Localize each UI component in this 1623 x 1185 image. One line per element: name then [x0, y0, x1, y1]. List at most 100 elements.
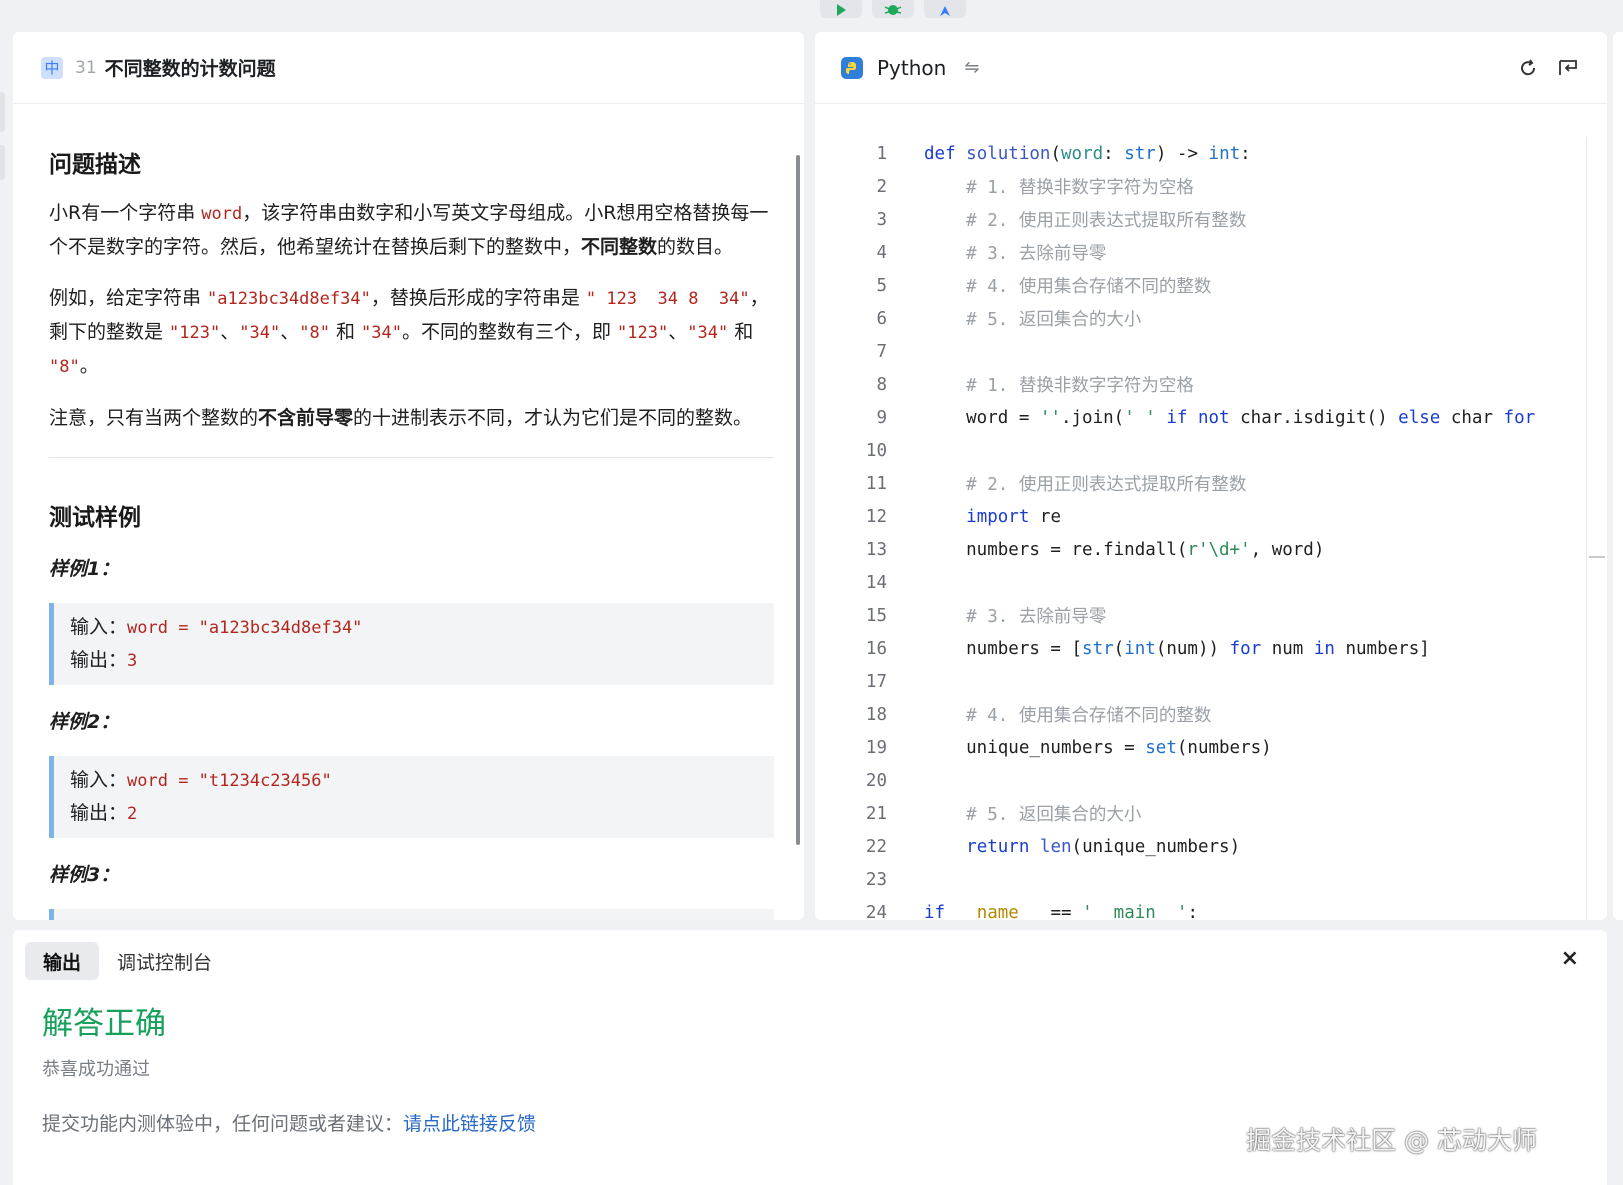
description-heading: 问题描述 [49, 152, 141, 178]
line-number: 22 [865, 836, 887, 857]
left-edge-tab-2[interactable] [0, 145, 5, 180]
line-number: 7 [876, 341, 887, 362]
line-number: 18 [865, 704, 887, 725]
tab-debug-console[interactable]: 调试控制台 [99, 942, 230, 980]
python-logo-icon [841, 56, 863, 79]
inline-code: "8" [49, 357, 80, 377]
line-number: 14 [865, 572, 887, 593]
line-number: 1 [876, 143, 887, 164]
sample-1-box: 输入：word = "a123bc34d8ef34" 输出：3 [49, 603, 774, 685]
line-number: 20 [865, 770, 887, 791]
text: 小R有一个字符串 [49, 202, 202, 224]
inline-code: "123" [617, 323, 669, 343]
code-line: 11 # 2. 使用正则表达式提取所有整数 [815, 467, 1607, 500]
code-line: 20 [815, 764, 1607, 797]
text: 、 [668, 321, 688, 343]
inline-code: " 123 34 8 34" [585, 289, 750, 309]
inline-code: "34" [687, 323, 729, 343]
input-label: 输入： [70, 769, 128, 791]
run-button[interactable] [820, 0, 862, 18]
input-value: word = "t1234c23456" [127, 771, 332, 791]
feedback-text: 提交功能内测体验中，任何问题或者建议： [42, 1113, 404, 1135]
sample-3-box [49, 909, 774, 920]
line-number: 4 [876, 242, 887, 263]
sample-2-output: 输出：2 [70, 797, 758, 830]
code-line: 8 # 1. 替换非数字字符为空格 [815, 368, 1607, 401]
code-line: 16 numbers = [str(int(num)) for num in n… [815, 632, 1607, 665]
swap-icon[interactable]: ⇋ [964, 57, 979, 78]
output-value: 2 [127, 804, 138, 824]
difficulty-badge: 中 [41, 56, 63, 79]
line-number: 2 [876, 176, 887, 197]
language-selector[interactable]: Python [877, 56, 946, 80]
sample-1-input: 输入：word = "a123bc34d8ef34" [70, 611, 758, 644]
sample-2-label: 样例2： [49, 711, 120, 733]
line-number: 11 [865, 473, 887, 494]
output-panel: 输出 调试控制台 × 解答正确 恭喜成功通过 提交功能内测体验中，任何问题或者建… [13, 930, 1607, 1185]
inline-code: "8" [299, 323, 330, 343]
feedback-link[interactable]: 请点此链接反馈 [403, 1113, 536, 1135]
line-number: 9 [876, 407, 887, 428]
problem-content[interactable]: 问题描述 小R有一个字符串 word，该字符串由数字和小写英文字母组成。小R想用… [13, 105, 804, 920]
sample-1-label: 样例1： [49, 558, 120, 580]
submit-button[interactable] [924, 0, 966, 18]
input-label: 输入： [70, 616, 128, 638]
watermark: 掘金技术社区 @ 芯动大师 [1246, 1126, 1537, 1155]
description-paragraph-2: 例如，给定字符串 "a123bc34d8ef34"，替换后形成的字符串是 " 1… [49, 282, 774, 384]
input-value: word = "a123bc34d8ef34" [127, 618, 363, 638]
question-title: 不同整数的计数问题 [104, 58, 276, 80]
sample-2-input: 输入：word = "t1234c23456" [70, 764, 758, 797]
text: ，替换后形成的字符串是 [370, 287, 586, 309]
code-editor[interactable]: 1 def solution(word: str) -> int: 2 # 1. … [815, 137, 1607, 921]
left-edge-tab[interactable] [0, 92, 5, 132]
code-line: 6 # 5. 返回集合的大小 [815, 302, 1607, 335]
line-number: 3 [876, 209, 887, 230]
code-line: 14 [815, 566, 1607, 599]
sample-1-output: 输出：3 [70, 644, 758, 677]
code-line: 23 [815, 863, 1607, 896]
code-line: 2 # 1. 替换非数字字符为空格 [815, 170, 1607, 203]
sample-3-label: 样例3： [49, 864, 120, 886]
line-number: 24 [865, 902, 887, 921]
output-value: 3 [127, 651, 138, 671]
bug-icon [884, 5, 902, 15]
line-number: 19 [865, 737, 887, 758]
code-line: 5 # 4. 使用集合存储不同的整数 [815, 269, 1607, 302]
code-line: 15 # 3. 去除前导零 [815, 599, 1607, 632]
result-status: 解答正确 [42, 1006, 166, 1042]
text: 。不同的整数有三个，即 [401, 321, 618, 343]
tab-output[interactable]: 输出 [25, 942, 100, 980]
text: 的数目。 [657, 236, 734, 258]
problem-panel: 中 31 不同整数的计数问题 问题描述 小R有一个字符串 word，该字符串由数… [13, 32, 804, 920]
sample-2-box: 输入：word = "t1234c23456" 输出：2 [49, 756, 774, 838]
line-number: 10 [865, 440, 887, 461]
line-number: 21 [865, 803, 887, 824]
inline-code: "123" [169, 323, 221, 343]
line-number: 17 [865, 671, 887, 692]
text: 和 [728, 321, 754, 343]
line-number: 12 [865, 506, 887, 527]
code-line: 7 [815, 335, 1607, 368]
description-paragraph-1: 小R有一个字符串 word，该字符串由数字和小写英文字母组成。小R想用空格替换每… [49, 197, 774, 264]
inline-code: "34" [361, 323, 402, 343]
line-number: 16 [865, 638, 887, 659]
text: 、 [280, 321, 300, 343]
wrap-icon[interactable] [1555, 55, 1581, 81]
text: 。 [79, 355, 99, 377]
text: 例如，给定字符串 [49, 287, 208, 309]
debug-button[interactable] [872, 0, 914, 18]
rocket-icon [940, 6, 950, 16]
refresh-icon[interactable] [1515, 55, 1541, 81]
samples-heading: 测试样例 [49, 505, 141, 531]
code-line: 12 import re [815, 500, 1607, 533]
scrollbar[interactable] [796, 155, 800, 845]
text: 和 [329, 321, 362, 343]
result-message: 恭喜成功通过 [42, 1059, 150, 1080]
right-edge-panel [1613, 32, 1623, 920]
output-tabs: 输出 调试控制台 [13, 930, 1607, 980]
problem-header: 中 31 不同整数的计数问题 [13, 32, 804, 104]
close-icon[interactable]: × [1561, 946, 1579, 971]
code-line: 18 # 4. 使用集合存储不同的整数 [815, 698, 1607, 731]
divider [49, 457, 774, 458]
text: 、 [220, 321, 240, 343]
